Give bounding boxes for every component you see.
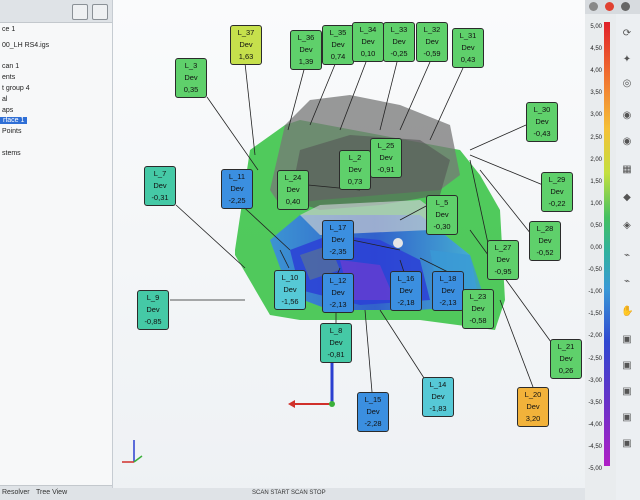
color-scale-tick: 2,00: [590, 156, 602, 163]
color-scale-tick: 3,50: [590, 90, 602, 97]
color-scale-tick: -2,00: [588, 333, 602, 340]
color-scale-tick: -2,50: [588, 355, 602, 362]
color-scale-bar: [604, 22, 610, 466]
callout-l8[interactable]: L_8 Dev -0,81: [320, 323, 352, 363]
callout-l12[interactable]: L_12 Dev -2,13: [322, 273, 354, 313]
callout-l2[interactable]: L_2 Dev 0,73: [339, 150, 371, 190]
callout-l31[interactable]: L_31 Dev 0,43: [452, 28, 484, 68]
callout-l34[interactable]: L_34 Dev 0,10: [352, 22, 384, 62]
callout-l3[interactable]: L_3 Dev 0,35: [175, 58, 207, 98]
eye-icon[interactable]: ◉: [621, 110, 633, 122]
callout-l11[interactable]: L_11 Dev -2,25: [221, 169, 253, 209]
color-scale-tick: -5,00: [588, 466, 602, 472]
callout-l35[interactable]: L_35 Dev 0,74: [322, 25, 354, 65]
color-scale-tick: -0,50: [588, 267, 602, 274]
callout-l25[interactable]: L_25 Dev -0,91: [370, 138, 402, 178]
color-scale-tick: -3,00: [588, 377, 602, 384]
callout-l36[interactable]: L_36 Dev 1,39: [290, 30, 322, 70]
tool-icon[interactable]: ▣: [621, 334, 633, 346]
callout-l17[interactable]: L_17 Dev -2,35: [322, 220, 354, 260]
callout-l15[interactable]: L_15 Dev -2,28: [357, 392, 389, 432]
callout-l9[interactable]: L_9 Dev -0,85: [137, 290, 169, 330]
color-scale-tick: 4,50: [590, 46, 602, 53]
eye-icon[interactable]: ◉: [621, 136, 633, 148]
probe-icon[interactable]: ⌁: [621, 250, 633, 262]
callout-l27[interactable]: L_27 Dev -0,95: [487, 240, 519, 280]
callout-l20[interactable]: L_20 Dev 3,20: [517, 387, 549, 427]
callout-l30[interactable]: L_30 Dev -0,43: [526, 102, 558, 142]
bulb-icon[interactable]: ✦: [621, 54, 633, 66]
color-scale-tick: 1,00: [590, 200, 602, 207]
callout-l16[interactable]: L_16 Dev -2,18: [390, 271, 422, 311]
callout-l37[interactable]: L_37 Dev 1,63: [230, 25, 262, 65]
color-scale-tick: -1,00: [588, 289, 602, 296]
color-scale-tick: 0,00: [590, 245, 602, 251]
probe-icon[interactable]: ⌁: [621, 276, 633, 288]
tool-icon[interactable]: ▣: [621, 438, 633, 450]
cube-icon[interactable]: ◈: [621, 220, 633, 232]
tool-icon[interactable]: ▣: [621, 412, 633, 424]
cube-icon[interactable]: ◆: [621, 192, 633, 204]
scan-controls-label: SCAN START SCAN STOP: [252, 490, 326, 496]
status-bar: SCAN START SCAN STOP: [112, 488, 585, 500]
callout-l29[interactable]: L_29 Dev -0,22: [541, 172, 573, 212]
color-scale-tick: 3,00: [590, 112, 602, 119]
color-scale-tick: -3,50: [588, 399, 602, 406]
grid-icon[interactable]: ▦: [621, 164, 633, 176]
color-scale-tick: -1,50: [588, 311, 602, 318]
callout-l10[interactable]: L_10 Dev -1,56: [274, 270, 306, 310]
callout-l24[interactable]: L_24 Dev 0,40: [277, 170, 309, 210]
callout-l21[interactable]: L_21 Dev 0,26: [550, 339, 582, 379]
callout-l18[interactable]: L_18 Dev -2,13: [432, 271, 464, 311]
callout-l28[interactable]: L_28 Dev -0,52: [529, 221, 561, 261]
callout-l7[interactable]: L_7 Dev -0,31: [144, 166, 176, 206]
callout-l23[interactable]: L_23 Dev -0,58: [462, 289, 494, 329]
color-scale-tick: -4,00: [588, 421, 602, 428]
color-scale-tick: 5,00: [590, 24, 602, 30]
right-toolbar: ⟳ ✦ ◎ ◉ ◉ ▦ ◆ ◈ ⌁ ⌁ ✋ ▣ ▣ ▣ ▣ ▣: [616, 14, 640, 500]
color-scale-tick: 4,00: [590, 68, 602, 75]
callout-l33[interactable]: L_33 Dev -0,25: [383, 22, 415, 62]
callout-l32[interactable]: L_32 Dev -0,59: [416, 22, 448, 62]
callout-l5[interactable]: L_5 Dev -0,30: [426, 195, 458, 235]
hand-icon[interactable]: ✋: [621, 306, 633, 318]
color-scale-tick: 1,50: [590, 178, 602, 185]
rotate-icon[interactable]: ⟳: [621, 28, 633, 40]
tool-icon[interactable]: ▣: [621, 360, 633, 372]
color-scale-tick: 2,50: [590, 134, 602, 141]
callout-l14[interactable]: L_14 Dev -1,83: [422, 377, 454, 417]
tool-icon[interactable]: ▣: [621, 386, 633, 398]
camera-icon[interactable]: ◎: [621, 78, 633, 90]
color-scale-tick: 0,50: [590, 222, 602, 229]
color-scale-tick: -4,50: [588, 443, 602, 450]
